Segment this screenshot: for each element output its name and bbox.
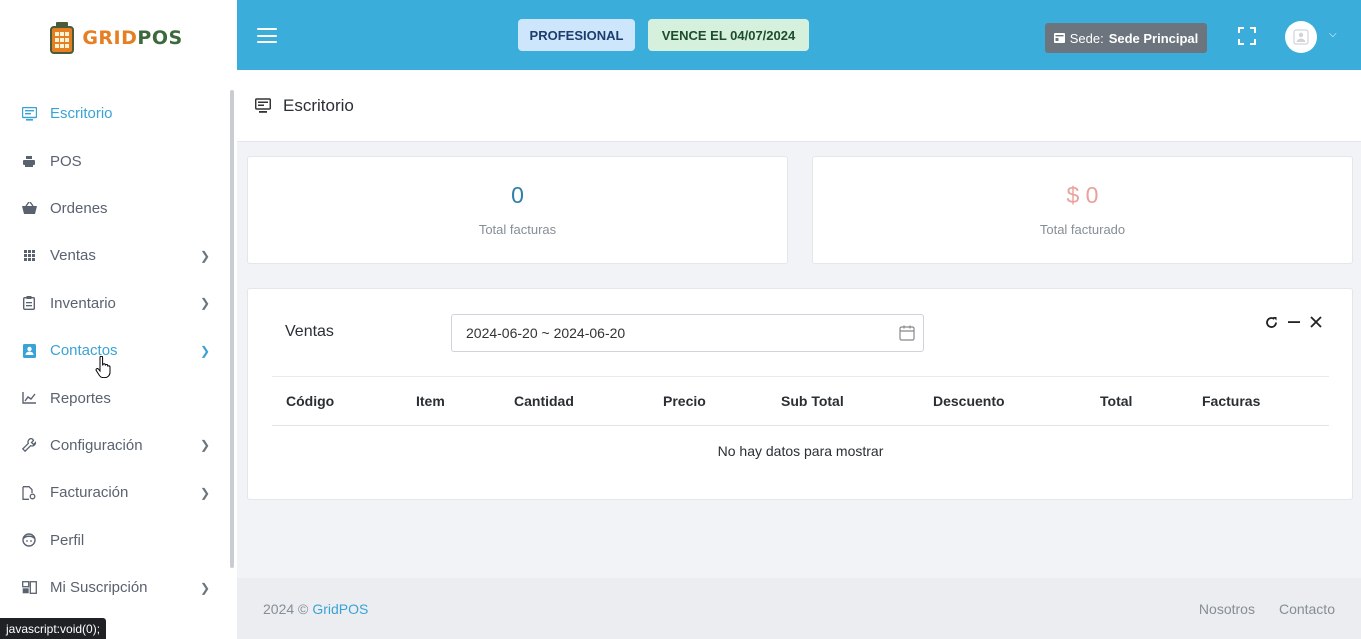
column-header[interactable]: Sub Total	[781, 393, 844, 409]
desktop-icon	[20, 105, 38, 123]
chevron-down-icon[interactable]: ⌵	[1329, 29, 1337, 40]
page-title: Escritorio	[283, 95, 354, 115]
footer-copyright: 2024 ©	[263, 600, 309, 617]
column-header[interactable]: Total	[1100, 393, 1132, 409]
grid-icon	[20, 247, 38, 265]
sidebar-item-pos[interactable]: POS	[0, 137, 230, 184]
date-range-input[interactable]: 2024-06-20 ~ 2024-06-20	[451, 314, 924, 352]
sidebar-item-label: Ordenes	[50, 199, 108, 217]
footer-brand-link[interactable]: GridPOS	[312, 601, 368, 617]
sede-label: Sede:	[1069, 30, 1104, 46]
plan-badge: PROFESIONAL	[518, 19, 635, 51]
sales-table: Código Item Cantidad Precio Sub Total De…	[272, 376, 1329, 476]
footer-link-nosotros[interactable]: Nosotros	[1199, 601, 1255, 617]
brand-name-part1: GRID	[82, 27, 138, 49]
chevron-right-icon: ❯	[199, 248, 210, 263]
sidebar-item-escritorio[interactable]: Escritorio	[0, 90, 230, 137]
printer-icon	[20, 152, 38, 170]
column-header[interactable]: Código	[286, 393, 334, 409]
calendar-icon[interactable]	[898, 324, 916, 342]
wrench-icon	[20, 436, 38, 454]
clipboard-icon	[20, 294, 38, 312]
stat-card-total-facturas: 0 Total facturas	[247, 156, 788, 264]
sidebar-item-perfil[interactable]: Perfil	[0, 517, 230, 564]
column-header[interactable]: Item	[416, 393, 445, 409]
chevron-right-icon: ❯	[199, 343, 210, 358]
sidebar-menu: Escritorio POS Ordenes Ventas ❯ Inventar…	[0, 90, 230, 611]
stat-label: Total facturas	[478, 222, 557, 237]
column-header[interactable]: Facturas	[1202, 393, 1260, 409]
status-bar: javascript:void(0);	[0, 618, 107, 639]
avatar[interactable]	[1285, 21, 1317, 53]
sede-button[interactable]: Sede: Sede Principal	[1045, 23, 1207, 53]
desktop-icon	[255, 97, 271, 113]
footer-links: Nosotros Contacto	[1199, 601, 1335, 617]
cash-register-icon	[50, 22, 75, 54]
sidebar-item-label: Configuración	[50, 436, 143, 454]
stat-value: 0	[511, 182, 524, 208]
close-icon[interactable]	[1309, 315, 1322, 329]
sidebar-item-label: Ventas	[50, 247, 96, 265]
stat-value: $ 0	[1066, 182, 1099, 208]
sales-title: Ventas	[285, 323, 334, 340]
menu-toggle-icon[interactable]	[257, 28, 277, 43]
store-icon	[1053, 33, 1065, 43]
sidebar-item-facturacion[interactable]: Facturación ❯	[0, 469, 230, 516]
sidebar-item-inventario[interactable]: Inventario ❯	[0, 280, 230, 327]
chevron-right-icon: ❯	[199, 296, 210, 311]
table-header: Código Item Cantidad Precio Sub Total De…	[272, 376, 1329, 426]
sidebar: GRIDPOS Escritorio POS Ordenes Ventas ❯ …	[0, 0, 237, 639]
footer-link-contacto[interactable]: Contacto	[1279, 601, 1335, 617]
sede-value: Sede Principal	[1108, 30, 1199, 46]
subscription-icon	[20, 579, 38, 597]
brand-logo[interactable]: GRIDPOS	[0, 0, 237, 76]
sidebar-item-label: POS	[50, 152, 82, 170]
user-placeholder-icon	[1293, 29, 1309, 45]
contact-card-icon	[20, 342, 38, 360]
sidebar-item-label: Mi Suscripción	[50, 579, 148, 597]
sidebar-item-label: Contactos	[50, 342, 118, 360]
sidebar-item-label: Facturación	[50, 484, 129, 502]
brand-name: GRIDPOS	[82, 27, 182, 49]
page-header: Escritorio	[237, 70, 1361, 142]
fullscreen-icon[interactable]	[1238, 27, 1256, 45]
sidebar-item-label: Inventario	[50, 294, 116, 312]
chevron-right-icon: ❯	[199, 438, 210, 453]
chevron-right-icon: ❯	[199, 580, 210, 595]
expiry-badge: VENCE EL 04/07/2024	[648, 19, 809, 51]
sidebar-item-label: Perfil	[50, 531, 85, 549]
sales-card: Ventas 2024-06-20 ~ 2024-06-20 Código It…	[247, 288, 1353, 500]
topbar: PROFESIONAL VENCE EL 04/07/2024 Sede: Se…	[237, 0, 1361, 70]
basket-icon	[20, 199, 38, 217]
sidebar-item-contactos[interactable]: Contactos ❯	[0, 327, 230, 374]
sidebar-item-configuracion[interactable]: Configuración ❯	[0, 422, 230, 469]
column-header[interactable]: Cantidad	[514, 393, 574, 409]
sidebar-item-reportes[interactable]: Reportes	[0, 374, 230, 421]
card-tools	[1265, 315, 1322, 329]
column-header[interactable]: Descuento	[933, 393, 1005, 409]
stat-label: Total facturado	[1039, 222, 1126, 237]
sidebar-item-mi-suscripcion[interactable]: Mi Suscripción ❯	[0, 564, 230, 611]
column-header[interactable]: Precio	[663, 393, 706, 409]
minimize-icon[interactable]	[1287, 315, 1300, 329]
sidebar-item-label: Reportes	[50, 389, 111, 407]
sidebar-item-label: Escritorio	[50, 105, 113, 123]
footer: 2024 © GridPOS Nosotros Contacto	[237, 578, 1361, 639]
sidebar-scrollbar[interactable]	[230, 90, 234, 568]
empty-message: No hay datos para mostrar	[717, 443, 884, 459]
line-chart-icon	[20, 389, 38, 407]
brand-name-part2: POS	[137, 27, 183, 49]
sidebar-item-ordenes[interactable]: Ordenes	[0, 185, 230, 232]
face-icon	[20, 531, 38, 549]
date-range-value: 2024-06-20 ~ 2024-06-20	[466, 325, 626, 341]
stat-card-total-facturado: $ 0 Total facturado	[812, 156, 1353, 264]
sidebar-item-ventas[interactable]: Ventas ❯	[0, 232, 230, 279]
chevron-right-icon: ❯	[199, 485, 210, 500]
file-settings-icon	[20, 484, 38, 502]
refresh-icon[interactable]	[1265, 315, 1278, 329]
